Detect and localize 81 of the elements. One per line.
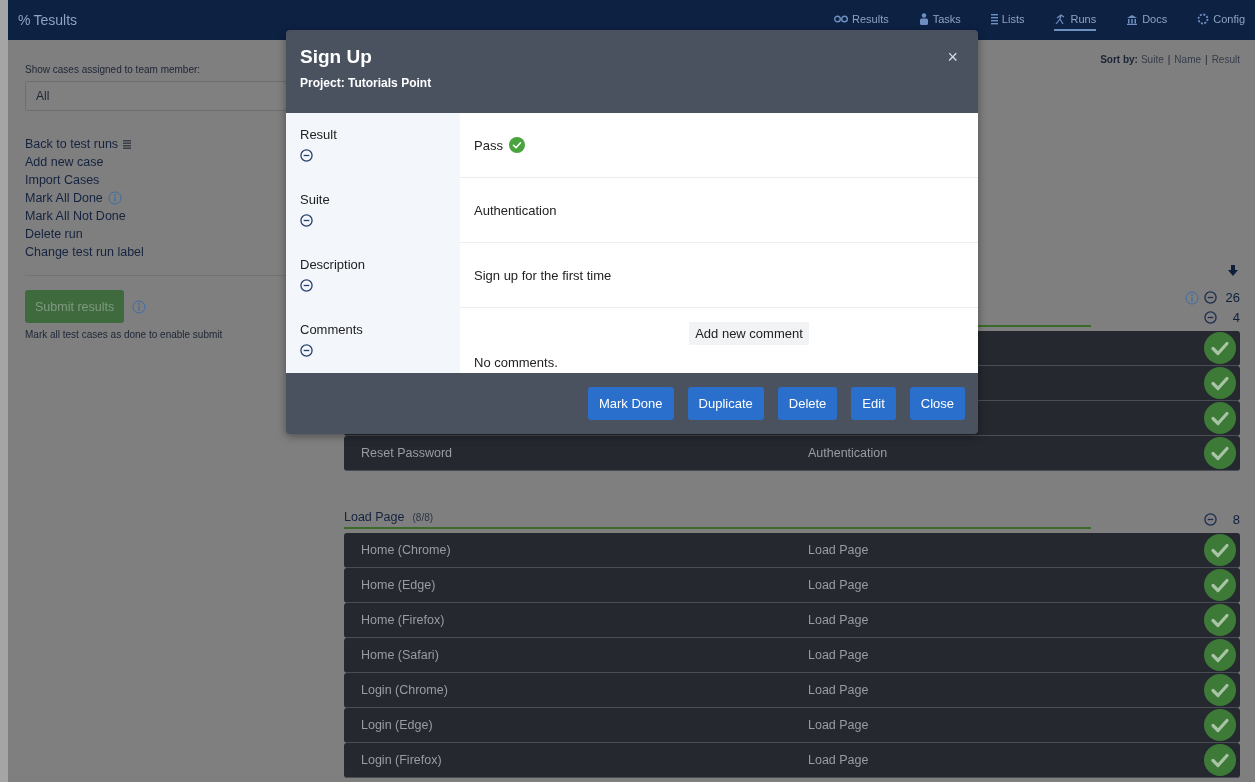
sidebar-link[interactable]: Change test run label [25, 245, 144, 259]
list-icon [123, 139, 132, 149]
case-name: Home (Firefox) [361, 613, 446, 627]
case-suite: Load Page [808, 753, 869, 767]
download-arrow-icon[interactable] [1228, 265, 1238, 276]
case-name: Home (Edge) [361, 578, 437, 592]
test-case-row[interactable]: Home (Firefox) Load Page [344, 603, 1240, 638]
total-count: 26 [1224, 290, 1240, 305]
nav-tab[interactable]: Config [1197, 9, 1245, 31]
sidebar-link[interactable]: Add new case [25, 155, 104, 169]
submit-hint: Mark all test cases as done to enable submit [25, 329, 223, 340]
sidebar-link[interactable]: Back to test runs [25, 137, 119, 151]
field-label: Result [300, 127, 338, 142]
case-suite: Load Page [808, 578, 869, 592]
minus-circle-icon[interactable] [300, 149, 313, 162]
sort-option[interactable]: Suite [1140, 54, 1164, 65]
field-label: Comments [300, 322, 364, 337]
dialog-title: Sign Up [300, 46, 373, 68]
minus-circle-icon[interactable] [300, 279, 313, 292]
case-suite: Load Page [808, 683, 869, 697]
case-name: Login (Firefox) [361, 753, 443, 767]
nav-tab[interactable]: Results [834, 9, 889, 31]
sort-option[interactable]: Result [1211, 54, 1240, 65]
sidebar-link[interactable]: Import Cases [25, 173, 100, 187]
runner-icon [1054, 13, 1067, 25]
dialog-button[interactable]: Mark Done [588, 387, 674, 420]
case-suite: Load Page [808, 718, 869, 732]
separator: | [1166, 54, 1172, 65]
logo[interactable]: % Tesults [18, 12, 78, 28]
field-value: No comments. [474, 355, 559, 370]
building-icon [1126, 13, 1139, 25]
sidebar-link[interactable]: Mark All Not Done [25, 209, 126, 223]
field-label: Description [300, 257, 367, 272]
case-suite: Authentication [808, 446, 888, 460]
dialog-subtitle: Project: Tutorials Point [300, 76, 432, 90]
sidebar-link[interactable]: Mark All Done [25, 191, 103, 205]
minus-circle-icon[interactable] [300, 214, 313, 227]
list-icon [990, 13, 998, 25]
field-value: Pass [474, 137, 503, 153]
case-suite: Load Page [808, 648, 869, 662]
gear-icon [1197, 13, 1210, 25]
group-count: (8/8) [412, 512, 434, 523]
nav-tab[interactable]: Tasks [918, 9, 961, 31]
case-name: Login (Chrome) [361, 683, 449, 697]
minus-circle-icon[interactable] [300, 344, 313, 357]
dialog-button[interactable]: Delete [777, 387, 838, 420]
case-name: Home (Chrome) [361, 543, 452, 557]
test-case-row[interactable]: Home (Chrome) Load Page [344, 533, 1240, 568]
sidebar-link[interactable]: Delete run [25, 227, 83, 241]
field-value: Sign up for the first time [474, 267, 612, 283]
nav-tab[interactable]: Runs [1054, 9, 1097, 31]
nav-tab[interactable]: Lists [990, 9, 1025, 31]
dialog-button[interactable]: Duplicate [687, 387, 764, 420]
sort-label: Sort by: [1100, 54, 1138, 65]
dialog-button[interactable]: Edit [851, 387, 896, 420]
test-case-row[interactable]: Login (Edge) Load Page [344, 708, 1240, 743]
group-total: 8 [1231, 512, 1240, 527]
filter-label: Show cases assigned to team member: [25, 64, 202, 75]
nav-tab[interactable]: Docs [1126, 9, 1168, 31]
test-case-row[interactable]: Reset Password Authentication [344, 436, 1240, 471]
glasses-icon [834, 15, 848, 23]
field-label: Suite [300, 192, 331, 207]
person-icon [918, 13, 929, 25]
group-title[interactable]: Load Page [344, 510, 405, 524]
close-button[interactable]: × [941, 46, 964, 68]
case-suite: Load Page [808, 543, 869, 557]
add-comment-button[interactable]: Add new comment [689, 322, 809, 345]
test-case-row[interactable]: Home (Edge) Load Page [344, 568, 1240, 603]
group-total: 4 [1231, 310, 1240, 325]
case-name: Login (Edge) [361, 718, 434, 732]
case-name: Home (Safari) [361, 648, 440, 662]
test-case-row[interactable]: Login (Firefox) Load Page [344, 743, 1240, 778]
sort-option[interactable]: Name [1174, 54, 1202, 65]
test-case-row[interactable]: Login (Chrome) Load Page [344, 673, 1240, 708]
test-case-row[interactable]: Home (Safari) Load Page [344, 638, 1240, 673]
field-value: Authentication [474, 202, 557, 218]
team-member-select[interactable]: All [25, 81, 287, 111]
case-suite: Load Page [808, 613, 869, 627]
dialog-button[interactable]: Close [909, 387, 965, 420]
separator: | [1204, 54, 1209, 65]
case-name: Reset Password [361, 446, 453, 460]
